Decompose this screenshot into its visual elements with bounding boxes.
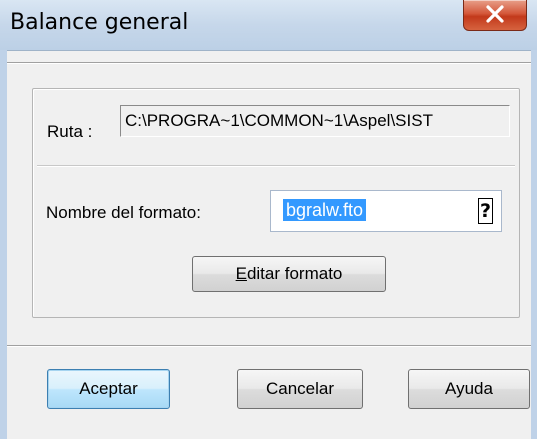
editar-formato-button[interactable]: Editar formato (192, 256, 386, 292)
close-button[interactable] (463, 0, 527, 31)
editar-mnemonic: E (235, 264, 247, 283)
help-icon[interactable]: ? (478, 198, 493, 224)
group-separator (37, 165, 515, 167)
ruta-field: C:\PROGRA~1\COMMON~1\Aspel\SIST (120, 105, 510, 137)
ruta-label: Ruta : (47, 122, 93, 141)
ayuda-button[interactable]: Ayuda (408, 369, 530, 409)
editar-label: ditar formato (246, 264, 343, 283)
aceptar-button[interactable]: Aceptar (47, 369, 170, 409)
ayuda-label: Ayuda (445, 379, 493, 398)
formato-label: Nombre del formato: (46, 203, 201, 222)
window-title: Balance general (10, 10, 189, 35)
dialog-window: Balance general Ruta : C:\PROGRA~1\COMMO… (0, 0, 537, 439)
window-frame-left (0, 50, 7, 439)
formato-input[interactable]: bgralw.fto ? (270, 190, 502, 232)
close-icon (486, 5, 504, 23)
top-separator (7, 62, 531, 64)
cancelar-label: Cancelar (265, 379, 335, 398)
title-bar[interactable]: Balance general (0, 0, 537, 51)
cancelar-button[interactable]: Cancelar (237, 369, 363, 409)
aceptar-label: Aceptar (79, 379, 138, 398)
window-frame-right (531, 50, 537, 439)
bottom-separator (7, 345, 531, 347)
formato-value: bgralw.fto (283, 199, 367, 221)
